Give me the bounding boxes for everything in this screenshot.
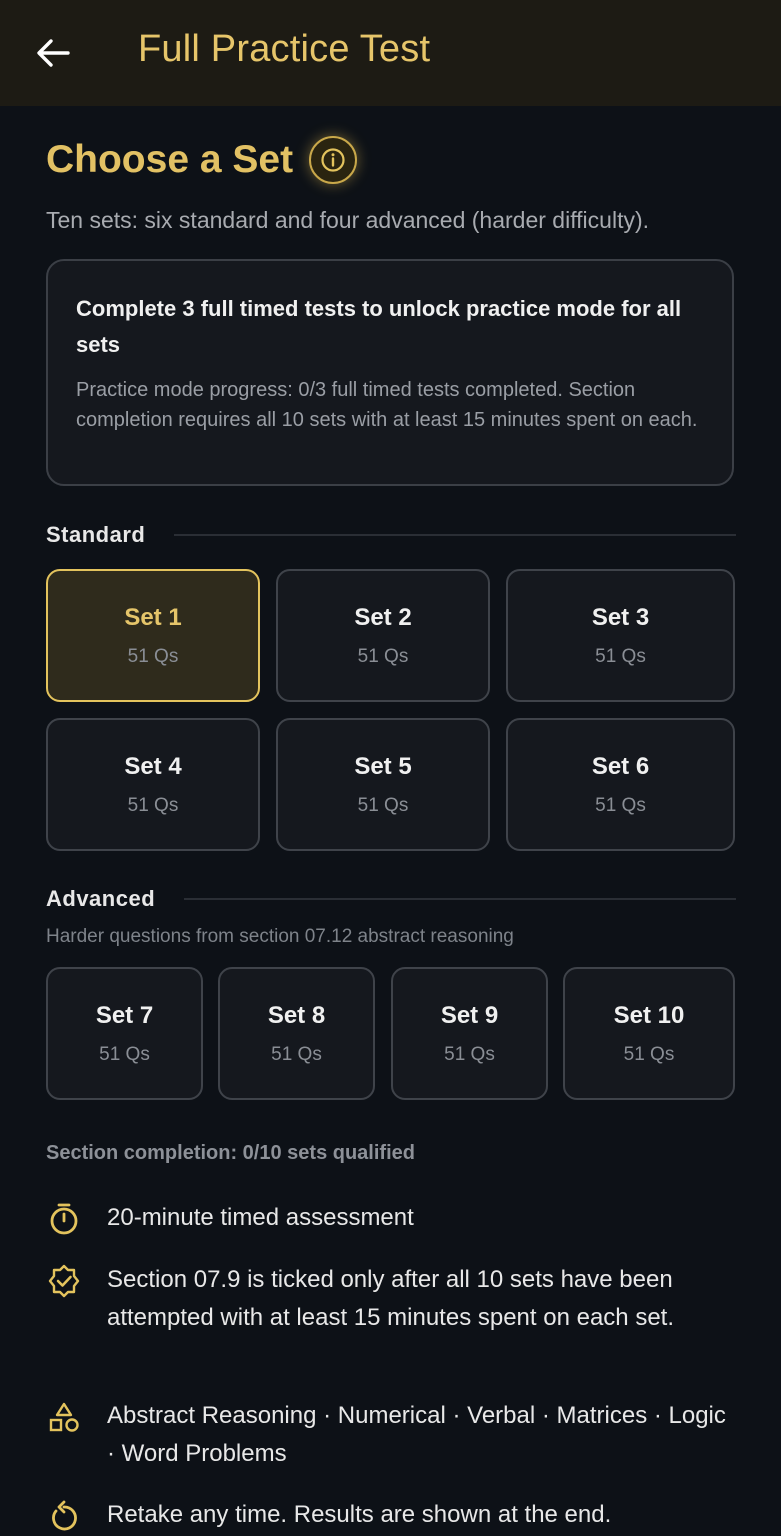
set-card-6[interactable]: Set 6 51 Qs: [506, 718, 735, 851]
set-question-count: 51 Qs: [595, 794, 646, 816]
feature-item: Abstract Reasoning · Numerical · Verbal …: [46, 1397, 736, 1473]
set-card-8[interactable]: Set 8 51 Qs: [218, 967, 375, 1100]
set-question-count: 51 Qs: [99, 1043, 150, 1065]
section-completion-status: Section completion: 0/10 sets qualified: [46, 1142, 415, 1164]
page-subtitle: Ten sets: six standard and four advanced…: [46, 207, 650, 233]
back-button[interactable]: [30, 30, 76, 76]
set-name: Set 2: [354, 603, 412, 631]
advanced-divider: [184, 898, 736, 900]
set-name: Set 10: [613, 1001, 685, 1029]
set-question-count: 51 Qs: [444, 1043, 495, 1065]
set-question-count: 51 Qs: [595, 645, 646, 667]
set-name: Set 1: [124, 603, 182, 631]
feature-text: Section 07.9 is ticked only after all 10…: [107, 1266, 674, 1331]
set-question-count: 51 Qs: [623, 1043, 675, 1065]
set-name: Set 6: [591, 752, 650, 780]
app-bar-title: Full Practice Test: [138, 28, 431, 70]
set-card-9[interactable]: Set 9 51 Qs: [391, 967, 548, 1100]
set-card-10[interactable]: Set 10 51 Qs: [563, 967, 735, 1100]
standard-divider: [174, 534, 736, 536]
set-question-count: 51 Qs: [357, 794, 409, 816]
arrow-left-icon: [37, 39, 70, 67]
set-question-count: 51 Qs: [271, 1043, 322, 1065]
page-title: Choose a Set: [46, 138, 294, 181]
set-name: Set 3: [591, 603, 650, 631]
set-card-1[interactable]: Set 1 51 Qs: [46, 569, 260, 702]
timer-icon: [46, 1201, 82, 1237]
feature-item: 20-minute timed assessment: [46, 1199, 736, 1237]
info-icon: [321, 148, 345, 172]
verified-badge-icon: [46, 1263, 82, 1299]
set-name: Set 8: [267, 1001, 326, 1029]
set-name: Set 5: [354, 752, 412, 780]
feature-text: Retake any time. Results are shown at th…: [107, 1501, 612, 1528]
app-bar: Full Practice Test: [0, 0, 781, 106]
replay-icon: [46, 1498, 82, 1534]
set-card-3[interactable]: Set 3 51 Qs: [506, 569, 735, 702]
set-card-5[interactable]: Set 5 51 Qs: [276, 718, 490, 851]
notice-title: Complete 3 full timed tests to unlock pr…: [76, 296, 682, 357]
feature-item: Section 07.9 is ticked only after all 10…: [46, 1261, 736, 1337]
set-question-count: 51 Qs: [357, 645, 409, 667]
notice-body: Practice mode progress: 0/3 full timed t…: [76, 379, 698, 431]
set-name: Set 7: [95, 1001, 154, 1029]
advanced-section-label: Advanced: [46, 886, 156, 911]
shapes-icon: [46, 1399, 82, 1435]
set-name: Set 4: [124, 752, 182, 780]
set-card-7[interactable]: Set 7 51 Qs: [46, 967, 203, 1100]
standard-section-label: Standard: [46, 522, 146, 547]
unlock-notice-card: Complete 3 full timed tests to unlock pr…: [46, 259, 734, 486]
heading-row: Choose a Set: [46, 134, 358, 186]
set-card-4[interactable]: Set 4 51 Qs: [46, 718, 260, 851]
set-name: Set 9: [440, 1001, 499, 1029]
set-card-2[interactable]: Set 2 51 Qs: [276, 569, 490, 702]
feature-text: Abstract Reasoning · Numerical · Verbal …: [107, 1402, 726, 1467]
set-question-count: 51 Qs: [127, 645, 179, 667]
info-button[interactable]: [309, 136, 358, 184]
advanced-section-note: Harder questions from section 07.12 abst…: [46, 926, 514, 947]
feature-text: 20-minute timed assessment: [107, 1204, 414, 1231]
set-question-count: 51 Qs: [127, 794, 179, 816]
feature-item: Retake any time. Results are shown at th…: [46, 1496, 736, 1534]
